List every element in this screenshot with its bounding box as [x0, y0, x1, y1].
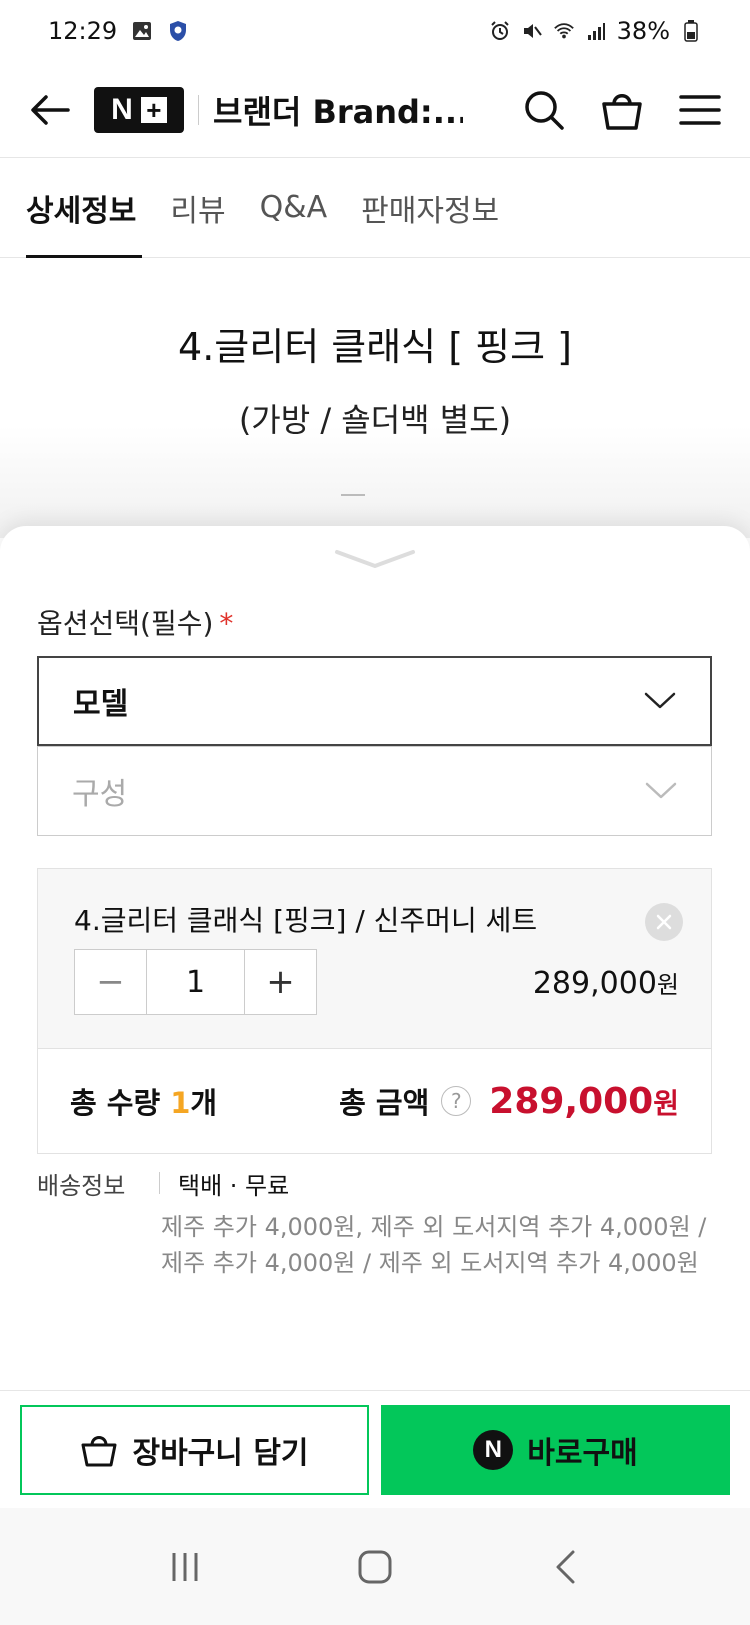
status-bar: 12:29 38%	[0, 0, 750, 62]
system-back-button[interactable]	[535, 1537, 595, 1597]
configuration-select[interactable]: 구성	[37, 746, 712, 836]
buy-now-label: 바로구매	[527, 1435, 638, 1471]
menu-button[interactable]	[676, 86, 724, 134]
add-to-cart-label: 장바구니 담기	[132, 1435, 309, 1471]
shipping-info: 배송정보 택배 · 무료 제주 추가 4,000원, 제주 외 도서지역 추가 …	[37, 1166, 717, 1281]
total-quantity-value: 1	[170, 1086, 191, 1120]
product-description: 4.글리터 클래식 [ 핑크 ] (가방 / 숄더백 별도)	[0, 258, 750, 538]
header-divider	[198, 94, 199, 125]
chevron-left-icon	[556, 1550, 575, 1583]
option-section-label: 옵션선택(필수) *	[37, 602, 233, 642]
shipping-method: 택배 · 무료	[178, 1172, 290, 1200]
arrow-left-icon	[31, 94, 70, 125]
home-icon	[358, 1550, 392, 1583]
chevron-down-icon	[645, 782, 677, 800]
battery-percent: 38%	[616, 17, 670, 45]
wifi-icon	[553, 20, 575, 42]
recent-apps-button[interactable]	[155, 1537, 215, 1597]
collapse-sheet-handle[interactable]	[330, 548, 420, 574]
quantity-stepper: − 1 +	[74, 949, 317, 1015]
detail-tabs: 상세정보 리뷰 Q&A 판매자정보	[0, 158, 750, 259]
shipping-divider	[159, 1172, 160, 1194]
required-mark: *	[219, 607, 234, 640]
question-icon[interactable]: ?	[441, 1086, 472, 1116]
tab-reviews[interactable]: 리뷰	[170, 158, 225, 258]
purchase-action-bar: 장바구니 담기 N 바로구매	[0, 1390, 750, 1508]
total-quantity-unit: 개	[190, 1086, 218, 1120]
shield-icon	[167, 20, 189, 42]
page-title: 브랜더 Brand:...	[213, 92, 463, 131]
option-price: 289,000원	[533, 965, 679, 1001]
gallery-icon	[131, 20, 153, 42]
system-navigation-bar	[0, 1508, 750, 1625]
brand-mark: N	[111, 92, 133, 126]
description-subtitle: (가방 / 숄더백 별도)	[238, 401, 512, 439]
home-button[interactable]	[345, 1537, 405, 1597]
configuration-select-value: 구성	[72, 777, 128, 812]
total-amount-value: 289,000	[489, 1080, 654, 1122]
quantity-value[interactable]: 1	[146, 950, 245, 1014]
selected-option-name: 4.글리터 클래식 [핑크] / 신주머니 세트	[74, 904, 538, 937]
buy-now-button[interactable]: N 바로구매	[381, 1404, 730, 1495]
app-header: N + 브랜더 Brand:...	[0, 62, 750, 158]
total-quantity: 총 수량 1개	[70, 1080, 217, 1122]
shopping-bag-icon	[81, 1435, 117, 1466]
model-select-value: 모델	[73, 687, 129, 722]
total-amount-price: 289,000원	[489, 1081, 679, 1122]
search-icon	[525, 90, 564, 130]
tab-qna[interactable]: Q&A	[260, 158, 328, 258]
battery-icon	[680, 20, 702, 42]
tab-seller-info[interactable]: 판매자정보	[361, 158, 499, 258]
option-price-unit: 원	[656, 971, 679, 999]
close-icon	[656, 914, 672, 930]
option-label-text: 옵션선택(필수)	[37, 607, 214, 640]
hamburger-menu-icon	[679, 94, 721, 125]
recent-apps-icon	[172, 1552, 198, 1581]
naver-plus-logo[interactable]: N +	[94, 86, 184, 133]
search-button[interactable]	[520, 86, 568, 134]
mute-icon	[521, 20, 543, 42]
signal-icon	[585, 20, 607, 42]
selected-option-item: 4.글리터 클래식 [핑크] / 신주머니 세트 − 1 + 289,000원	[37, 868, 712, 1048]
option-bottom-sheet: 옵션선택(필수) * 모델 구성 4.글리터 클래식 [핑크] / 신주머니 세트…	[0, 526, 750, 1416]
increase-quantity-button[interactable]: +	[245, 950, 316, 1014]
back-button[interactable]	[26, 86, 74, 134]
plus-icon: +	[140, 96, 167, 123]
shopping-bag-icon	[602, 93, 642, 130]
description-title: 4.글리터 클래식 [ 핑크 ]	[178, 325, 572, 369]
total-quantity-label: 총 수량	[70, 1086, 171, 1120]
option-price-value: 289,000	[532, 966, 657, 1001]
add-to-cart-button[interactable]: 장바구니 담기	[20, 1404, 369, 1495]
total-amount: 총 금액 ? 289,000원	[339, 1080, 679, 1122]
shopping-bag-button[interactable]	[598, 86, 646, 134]
naver-pay-icon: N	[473, 1429, 514, 1470]
order-totals: 총 수량 1개 총 금액 ? 289,000원	[37, 1048, 712, 1154]
chevron-down-icon	[644, 692, 676, 710]
alarm-icon	[489, 20, 511, 42]
model-select[interactable]: 모델	[37, 656, 712, 746]
tab-detail-info[interactable]: 상세정보	[26, 158, 143, 259]
total-amount-unit: 원	[653, 1086, 679, 1120]
description-divider	[341, 494, 365, 496]
remove-option-button[interactable]	[645, 903, 683, 941]
decrease-quantity-button[interactable]: −	[75, 950, 146, 1014]
shipping-extra-fees: 제주 추가 4,000원, 제주 외 도서지역 추가 4,000원 / 제주 추…	[161, 1213, 707, 1277]
status-time: 12:29	[48, 17, 118, 45]
chevron-down-icon	[335, 550, 415, 568]
shipping-label: 배송정보	[37, 1172, 126, 1200]
total-amount-label: 총 금액	[339, 1086, 430, 1120]
